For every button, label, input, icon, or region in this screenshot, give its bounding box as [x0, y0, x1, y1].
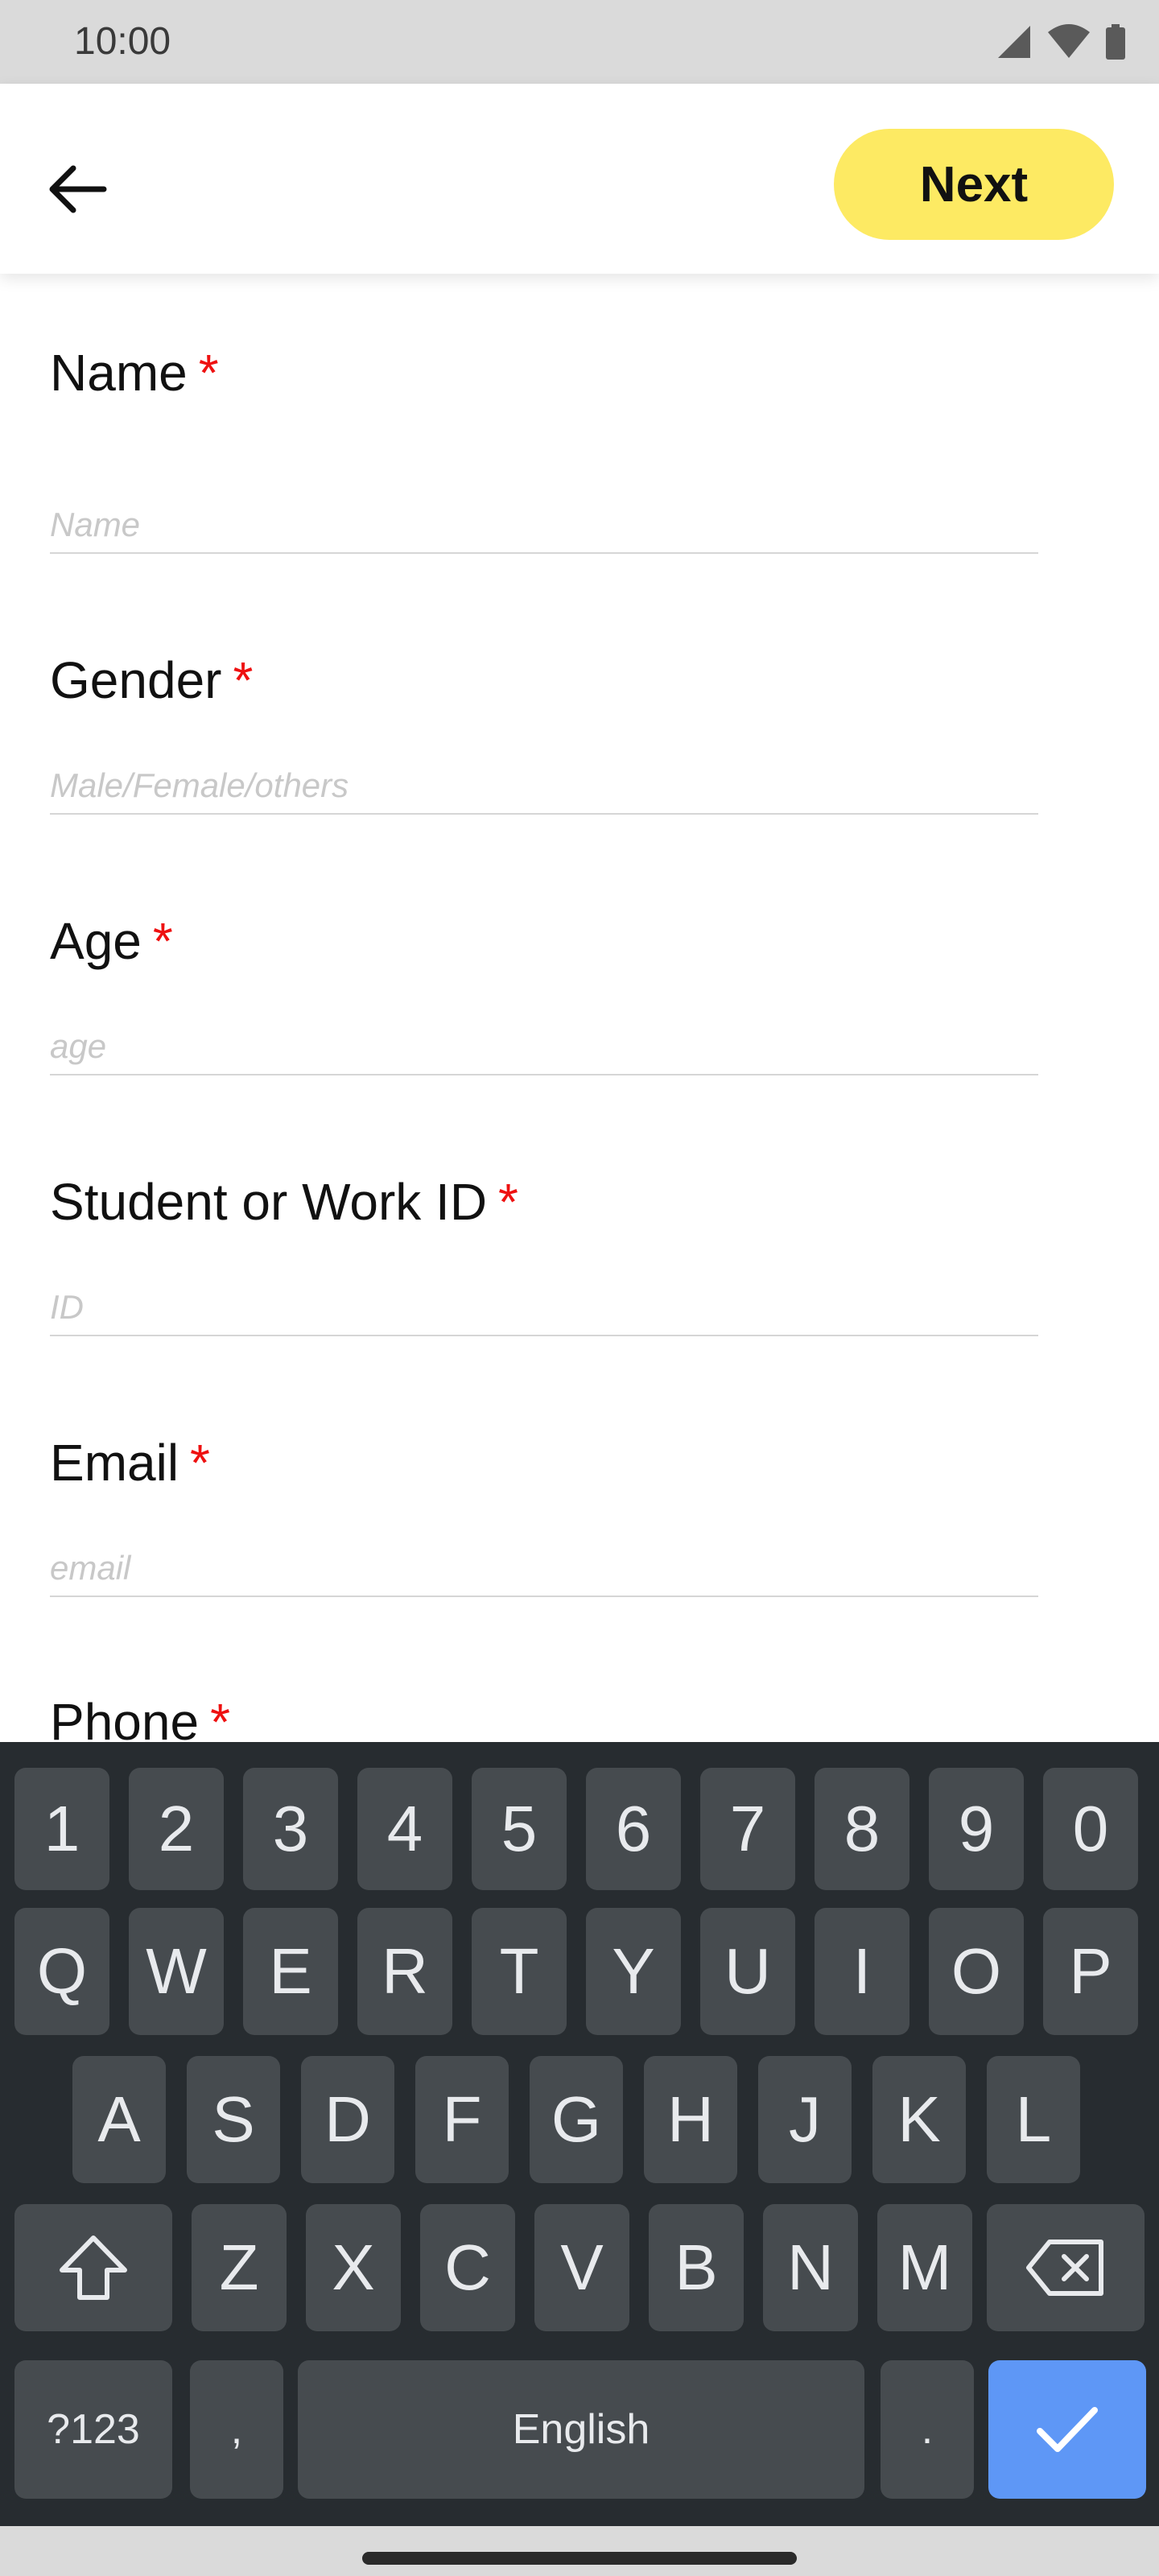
key-e[interactable]: E	[243, 1908, 338, 2035]
space-key[interactable]: English	[298, 2360, 864, 2499]
cellular-signal-icon	[998, 26, 1030, 58]
key-f[interactable]: F	[415, 2056, 509, 2183]
status-bar: 10:00	[0, 0, 1159, 84]
required-asterisk: *	[198, 344, 219, 402]
required-asterisk: *	[190, 1434, 210, 1492]
key-u[interactable]: U	[700, 1908, 795, 2035]
key-q[interactable]: Q	[14, 1908, 109, 2035]
key-c[interactable]: C	[420, 2204, 515, 2331]
backspace-key[interactable]	[987, 2204, 1145, 2331]
key-s[interactable]: S	[187, 2056, 280, 2183]
key-d[interactable]: D	[301, 2056, 394, 2183]
checkmark-icon	[1037, 2407, 1098, 2452]
home-gesture-handle[interactable]	[362, 2552, 797, 2565]
key-6[interactable]: 6	[586, 1768, 681, 1890]
key-p[interactable]: P	[1043, 1908, 1138, 2035]
backspace-icon	[1026, 2240, 1103, 2296]
email-input[interactable]	[50, 1541, 1038, 1597]
key-4[interactable]: 4	[357, 1768, 452, 1890]
required-asterisk: *	[498, 1173, 518, 1231]
required-asterisk: *	[210, 1693, 230, 1742]
age-input[interactable]	[50, 1019, 1038, 1075]
app-bar: Next	[0, 84, 1159, 274]
field-label-gender: Gender *	[50, 651, 254, 709]
arrow-back-icon	[49, 165, 107, 213]
key-i[interactable]: I	[815, 1908, 909, 2035]
name-input[interactable]	[50, 497, 1038, 554]
next-button[interactable]: Next	[834, 129, 1114, 240]
key-g[interactable]: G	[530, 2056, 623, 2183]
field-label-age: Age *	[50, 912, 173, 970]
registration-form: Name* Gender* Age* Student or Work ID* E…	[0, 274, 1159, 1742]
key-t[interactable]: T	[472, 1908, 567, 2035]
key-1[interactable]: 1	[14, 1768, 109, 1890]
field-label-phone: Phone *	[50, 1692, 230, 1742]
enter-key[interactable]	[988, 2360, 1146, 2499]
key-o[interactable]: O	[929, 1908, 1024, 2035]
soft-keyboard: 1 2 3 4 5 6 7 8 9 0 Q W E R T Y U I O P …	[0, 1742, 1159, 2526]
key-h[interactable]: H	[644, 2056, 737, 2183]
key-5[interactable]: 5	[472, 1768, 567, 1890]
key-7[interactable]: 7	[700, 1768, 795, 1890]
id-input[interactable]	[50, 1280, 1038, 1336]
key-x[interactable]: X	[306, 2204, 401, 2331]
key-n[interactable]: N	[763, 2204, 858, 2331]
key-j[interactable]: J	[758, 2056, 852, 2183]
key-k[interactable]: K	[872, 2056, 966, 2183]
required-asterisk: *	[233, 651, 254, 709]
key-2[interactable]: 2	[129, 1768, 224, 1890]
battery-icon	[1106, 24, 1125, 60]
status-icons	[995, 23, 1127, 61]
key-z[interactable]: Z	[192, 2204, 287, 2331]
key-m[interactable]: M	[877, 2204, 972, 2331]
gender-input[interactable]	[50, 758, 1038, 815]
key-l[interactable]: L	[987, 2056, 1080, 2183]
key-9[interactable]: 9	[929, 1768, 1024, 1890]
field-label-name: Name *	[50, 344, 219, 402]
key-b[interactable]: B	[649, 2204, 744, 2331]
key-0[interactable]: 0	[1043, 1768, 1138, 1890]
symbols-key[interactable]: ?123	[14, 2360, 172, 2499]
field-label-id: Student or Work ID *	[50, 1173, 518, 1231]
key-3[interactable]: 3	[243, 1768, 338, 1890]
required-asterisk: *	[152, 912, 173, 970]
key-w[interactable]: W	[129, 1908, 224, 2035]
shift-icon	[60, 2235, 127, 2300]
back-button[interactable]	[40, 153, 113, 225]
shift-key[interactable]	[14, 2204, 172, 2331]
field-label-email: Email *	[50, 1434, 210, 1492]
comma-key[interactable]: ,	[190, 2360, 283, 2499]
key-8[interactable]: 8	[815, 1768, 909, 1890]
wifi-icon	[1048, 24, 1090, 58]
key-y[interactable]: Y	[586, 1908, 681, 2035]
key-r[interactable]: R	[357, 1908, 452, 2035]
period-key[interactable]: .	[881, 2360, 974, 2499]
key-v[interactable]: V	[534, 2204, 629, 2331]
key-a[interactable]: A	[72, 2056, 166, 2183]
status-time: 10:00	[74, 20, 171, 63]
navigation-bar	[0, 2526, 1159, 2576]
